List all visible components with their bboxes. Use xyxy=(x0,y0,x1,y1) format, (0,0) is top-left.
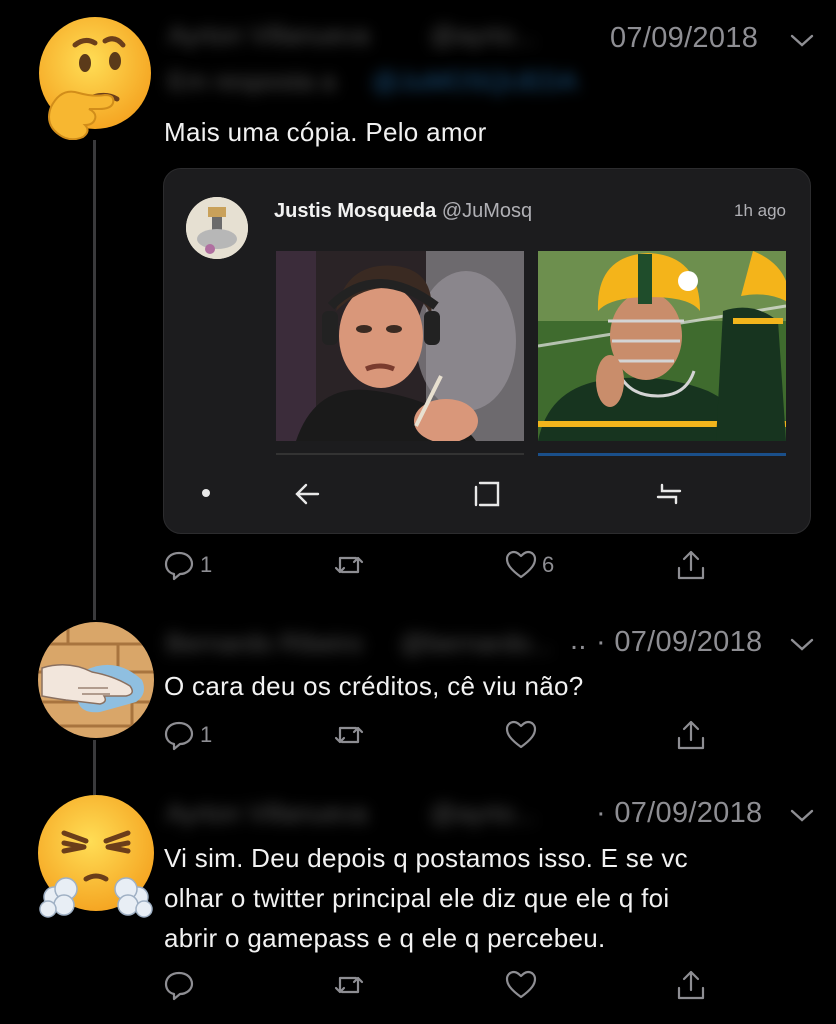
reply-icon xyxy=(164,971,194,1001)
thread-line xyxy=(93,740,96,795)
avatar[interactable] xyxy=(38,622,154,738)
author-name-blurred[interactable]: Ayrton Villanueva xyxy=(168,20,369,51)
reply-icon xyxy=(164,551,194,581)
author-name-blurred[interactable]: Ayrton Villanueva xyxy=(166,798,367,829)
tweet-text-line: olhar o twitter principal ele diz que el… xyxy=(164,883,670,913)
chevron-down-icon[interactable] xyxy=(789,33,815,49)
quoted-avatar xyxy=(186,197,248,259)
tweet-date: 07/09/2018 xyxy=(610,22,759,54)
reply-button[interactable] xyxy=(162,968,200,1002)
tweet-date: · 07/09/2018 xyxy=(596,797,763,829)
retweet-icon xyxy=(334,976,364,994)
author-handle-blurred[interactable]: @ayrto... xyxy=(430,798,536,829)
reply-icon xyxy=(164,721,194,751)
retweet-button[interactable] xyxy=(332,968,370,1002)
author-handle-blurred[interactable]: @ayrto... xyxy=(430,20,536,51)
face-with-steam-icon xyxy=(38,795,154,918)
thinking-face-icon xyxy=(39,17,151,140)
retweet-button[interactable] xyxy=(332,548,370,582)
share-icon xyxy=(677,970,705,1000)
mention-blurred[interactable]: @JuMOSQUEDA xyxy=(372,66,578,97)
heart-icon xyxy=(505,970,537,999)
tweet-text: Vi sim. Deu depois q postamos isso. E se… xyxy=(164,838,688,958)
tweet-date: · 07/09/2018 xyxy=(596,626,763,658)
like-button[interactable] xyxy=(504,718,542,752)
share-button[interactable] xyxy=(674,968,708,1002)
tweet-actions xyxy=(162,968,722,1008)
media-divider xyxy=(538,453,786,456)
quoted-author: Justis Mosqueda @JuMosq xyxy=(274,200,532,223)
tweet-text-line: abrir o gamepass e q ele q percebeu. xyxy=(164,923,606,953)
heart-icon xyxy=(505,720,537,749)
author-name-blurred[interactable]: Bernardo Ribeiro xyxy=(166,628,363,659)
avatar[interactable] xyxy=(34,793,158,919)
like-count: 6 xyxy=(542,552,555,577)
thread-line xyxy=(93,140,96,620)
back-arrow-icon xyxy=(295,483,320,505)
chevron-down-icon[interactable] xyxy=(789,637,815,653)
quoted-author-name: Justis Mosqueda xyxy=(274,200,437,222)
reply-to-blurred: Em resposta a xyxy=(168,66,336,96)
heart-icon xyxy=(505,550,537,579)
tweet-text: Mais uma cópia. Pelo amor xyxy=(164,117,487,147)
author-handle-blurred[interactable]: @bernardo... xyxy=(400,628,552,659)
share-button[interactable] xyxy=(674,718,708,752)
quoted-author-handle: @JuMosq xyxy=(441,200,533,222)
hand-wiping-icon xyxy=(38,622,154,738)
reply-count: 1 xyxy=(200,552,213,577)
retweet-icon xyxy=(334,556,364,574)
reply-button[interactable]: 1 xyxy=(162,718,212,752)
reply-button[interactable]: 1 xyxy=(162,548,212,582)
tweet-actions: 1 6 xyxy=(162,548,722,588)
share-icon xyxy=(677,720,705,750)
home-square-icon xyxy=(474,481,500,507)
media-image-2[interactable] xyxy=(538,251,786,441)
quoted-time: 1h ago xyxy=(734,201,786,220)
quoted-tweet-card[interactable]: Justis Mosqueda @JuMosq 1h ago xyxy=(163,168,811,534)
dot-icon xyxy=(202,489,210,497)
avatar[interactable] xyxy=(33,15,153,140)
tweet-text-line: Vi sim. Deu depois q postamos isso. E se… xyxy=(164,843,688,873)
share-icon xyxy=(677,550,705,580)
media-divider xyxy=(276,453,524,455)
chevron-down-icon[interactable] xyxy=(789,808,815,824)
share-button[interactable] xyxy=(674,548,708,582)
retweet-button[interactable] xyxy=(332,718,370,752)
android-nav-bar xyxy=(164,469,810,533)
reply-count: 1 xyxy=(200,722,213,747)
recent-apps-icon xyxy=(656,483,682,505)
retweet-icon xyxy=(334,726,364,744)
tweet-date-prefix: .. xyxy=(570,624,587,656)
like-button[interactable] xyxy=(504,968,542,1002)
tweet-text: O cara deu os créditos, cê viu não? xyxy=(164,671,584,701)
media-image-1[interactable] xyxy=(276,251,524,441)
tweet-actions: 1 xyxy=(162,718,722,758)
like-button[interactable]: 6 xyxy=(504,548,554,582)
